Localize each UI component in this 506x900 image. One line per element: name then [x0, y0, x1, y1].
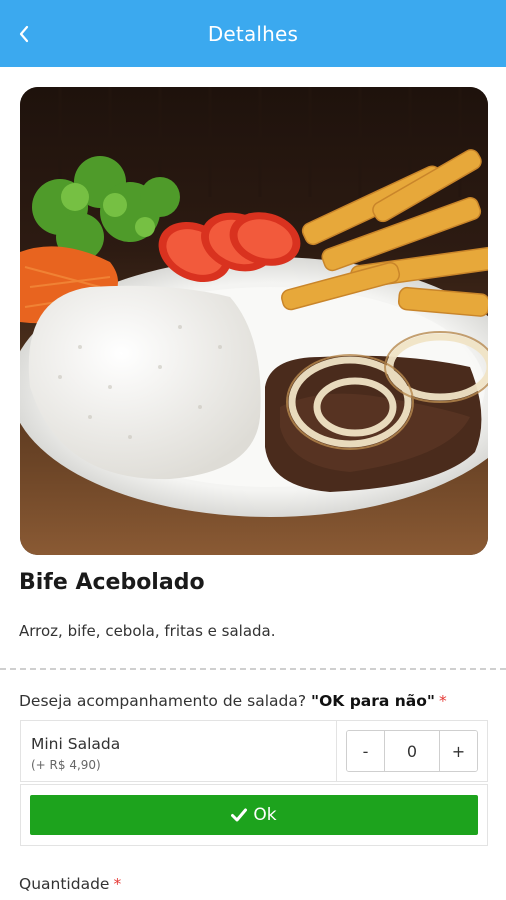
app-bar: Detalhes	[0, 0, 506, 67]
quantity-section-label: Quantidade *	[19, 875, 121, 893]
option-name: Mini Salada	[31, 735, 121, 753]
quantity-stepper: - 0 +	[346, 730, 478, 772]
section-divider	[0, 668, 506, 670]
option-price: (+ R$ 4,90)	[31, 758, 101, 772]
salad-question-text: Deseja acompanhamento de salada?	[19, 692, 312, 710]
option-separator	[336, 721, 337, 781]
product-name: Bife Acebolado	[19, 570, 205, 595]
option-row-mini-salada: Mini Salada (+ R$ 4,90) - 0 +	[20, 720, 488, 782]
ok-container: Ok	[20, 784, 488, 846]
ok-button[interactable]: Ok	[30, 795, 478, 835]
salad-question-emphasis: "OK para não"	[311, 692, 435, 710]
required-mark: *	[438, 692, 447, 710]
check-icon	[231, 808, 248, 822]
page-title: Detalhes	[207, 21, 299, 46]
quantity-value[interactable]: 0	[384, 731, 440, 771]
quantity-label: Quantidade	[19, 875, 110, 893]
product-description: Arroz, bife, cebola, fritas e salada.	[19, 622, 276, 640]
decrement-button[interactable]: -	[347, 731, 384, 771]
salad-question: Deseja acompanhamento de salada? "OK par…	[19, 692, 447, 710]
ok-label: Ok	[253, 805, 277, 825]
quantity-required-mark: *	[113, 875, 122, 893]
product-image	[20, 87, 488, 555]
increment-button[interactable]: +	[440, 731, 477, 771]
